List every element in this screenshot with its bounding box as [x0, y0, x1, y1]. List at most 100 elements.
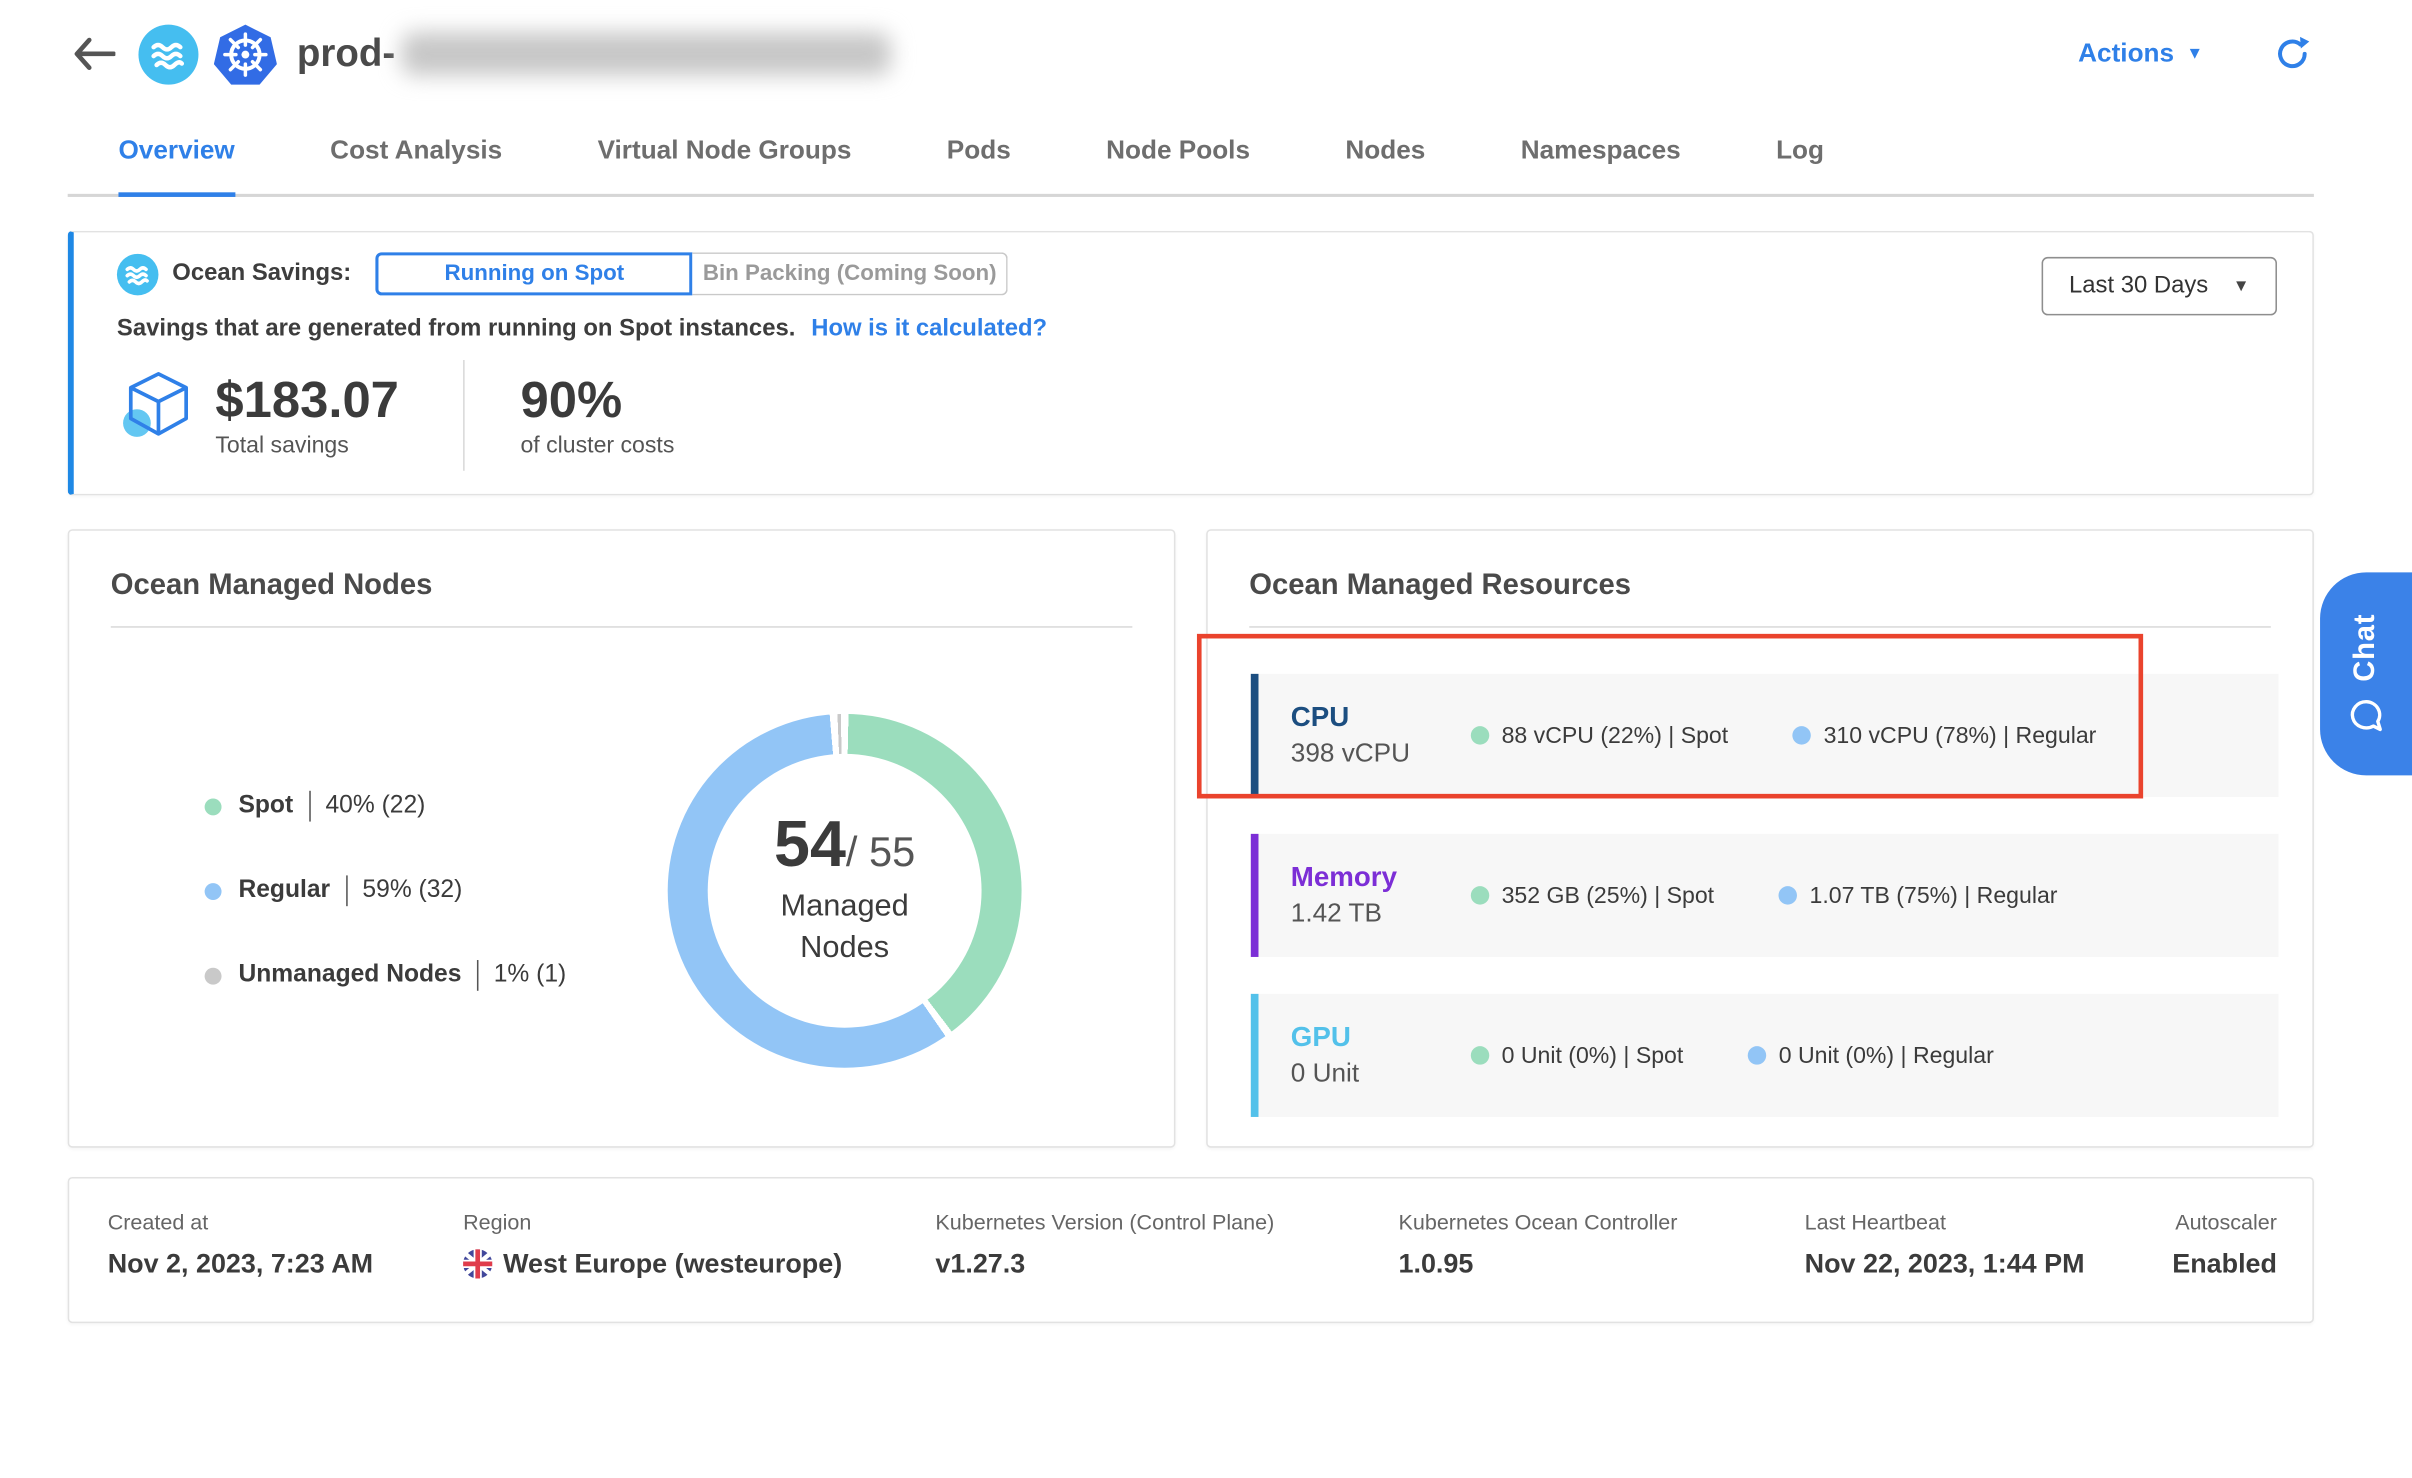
footer-value: West Europe (westeurope) — [503, 1248, 842, 1280]
unmanaged-dot-icon — [205, 967, 222, 984]
period-dropdown-value: Last 30 Days — [2069, 272, 2208, 300]
resource-regular-detail: 310 vCPU (78%) | Regular — [1793, 722, 2097, 748]
tab-log[interactable]: Log — [1776, 108, 1824, 194]
cluster-title-prefix: prod- — [297, 32, 395, 77]
footer-value: Enabled — [2172, 1248, 2277, 1280]
divider — [1249, 626, 2271, 628]
footer-label: Last Heartbeat — [1805, 1209, 2085, 1234]
uk-flag-icon — [463, 1249, 492, 1278]
divider — [111, 626, 1133, 628]
cluster-title: prod- — [297, 32, 891, 77]
resource-spot-detail: 352 GB (25%) | Spot — [1471, 882, 1714, 908]
tab-virtual-node-groups[interactable]: Virtual Node Groups — [598, 108, 852, 194]
tab-node-pools[interactable]: Node Pools — [1106, 108, 1250, 194]
savings-description: Savings that are generated from running … — [117, 315, 2276, 343]
tab-namespaces[interactable]: Namespaces — [1521, 108, 1681, 194]
regular-dot-icon — [205, 882, 222, 899]
donut-center: 54/ 55 Managed Nodes — [708, 754, 982, 1028]
page-header: prod- Actions ▼ — [0, 0, 2412, 108]
legend-label: Spot — [238, 792, 293, 820]
footer-label: Region — [463, 1209, 842, 1234]
footer-value: 1.0.95 — [1398, 1248, 1677, 1280]
ocean-managed-resources-card: Ocean Managed Resources CPU 398 vCPU 88 … — [1206, 529, 2314, 1147]
ocean-logo-icon — [138, 24, 198, 84]
legend-label: Unmanaged Nodes — [238, 962, 461, 990]
managed-count: 54 — [774, 808, 846, 880]
back-arrow-icon — [72, 37, 115, 71]
managed-nodes-donut-chart: 54/ 55 Managed Nodes — [668, 714, 1022, 1068]
ocean-mini-logo-icon — [117, 253, 159, 295]
resource-row-memory: Memory 1.42 TB 352 GB (25%) | Spot 1.07 … — [1251, 834, 2279, 957]
spot-dot-icon — [205, 798, 222, 815]
resource-name: Memory — [1291, 861, 1471, 894]
back-button[interactable] — [71, 31, 117, 77]
footer-label: Created at — [108, 1209, 373, 1234]
resource-row-cpu: CPU 398 vCPU 88 vCPU (22%) | Spot 310 vC… — [1251, 674, 2279, 797]
actions-button[interactable]: Actions ▼ — [2078, 38, 2203, 69]
resource-regular-text: 310 vCPU (78%) | Regular — [1824, 722, 2097, 748]
legend-separator — [309, 791, 311, 822]
tab-overview[interactable]: Overview — [118, 108, 234, 194]
how-calculated-link[interactable]: How is it calculated? — [811, 315, 1047, 341]
footer-value: Nov 2, 2023, 7:23 AM — [108, 1248, 373, 1280]
ocean-cluster-overview-page: prod- Actions ▼ Overview Cost Analysis V… — [0, 0, 2412, 1478]
footer-k8s-version: Kubernetes Version (Control Plane) v1.27… — [935, 1209, 1274, 1280]
savings-description-text: Savings that are generated from running … — [117, 315, 795, 341]
footer-last-heartbeat: Last Heartbeat Nov 22, 2023, 1:44 PM — [1805, 1209, 2085, 1280]
tab-nodes[interactable]: Nodes — [1345, 108, 1425, 194]
legend-item-unmanaged: Unmanaged Nodes 1% (1) — [205, 958, 567, 992]
resource-spot-text: 88 vCPU (22%) | Spot — [1502, 722, 1729, 748]
actions-button-label: Actions — [2078, 38, 2174, 69]
footer-value: Nov 22, 2023, 1:44 PM — [1805, 1248, 2085, 1280]
regular-dot-icon — [1748, 1046, 1766, 1064]
refresh-button[interactable] — [2274, 35, 2311, 72]
total-savings-label: Total savings — [215, 432, 399, 458]
ocean-managed-nodes-card: Ocean Managed Nodes Spot 40% (22) Regula… — [68, 529, 1176, 1147]
resource-spot-detail: 0 Unit (0%) | Spot — [1471, 1042, 1684, 1068]
nodes-legend: Spot 40% (22) Regular 59% (32) Unmanaged… — [205, 789, 567, 1043]
legend-value: 1% (1) — [494, 962, 567, 990]
legend-value: 59% (32) — [362, 877, 462, 905]
cluster-cost-percent-metric: 90% of cluster costs — [520, 373, 674, 458]
footer-ocean-controller: Kubernetes Ocean Controller 1.0.95 — [1398, 1209, 1677, 1280]
chevron-down-icon: ▼ — [2233, 278, 2250, 295]
savings-mode-toggle: Running on Spot Bin Packing (Coming Soon… — [376, 252, 1008, 295]
resource-regular-text: 1.07 TB (75%) | Regular — [1809, 882, 2057, 908]
resource-name: CPU — [1291, 701, 1471, 734]
resource-name: GPU — [1291, 1021, 1471, 1054]
cluster-cost-percent-value: 90% — [520, 373, 674, 429]
footer-label: Kubernetes Ocean Controller — [1398, 1209, 1677, 1234]
resource-total: 1.42 TB — [1291, 899, 1471, 930]
tab-cost-analysis[interactable]: Cost Analysis — [330, 108, 502, 194]
chat-bubble-icon — [2348, 697, 2385, 734]
regular-dot-icon — [1779, 886, 1797, 904]
legend-separator — [477, 960, 479, 991]
ocean-savings-label: Ocean Savings: — [172, 260, 351, 288]
resource-regular-text: 0 Unit (0%) | Regular — [1779, 1042, 1994, 1068]
cluster-name-redacted — [401, 32, 890, 75]
kubernetes-logo-icon — [214, 22, 277, 85]
tab-pods[interactable]: Pods — [947, 108, 1011, 194]
legend-item-regular: Regular 59% (32) — [205, 874, 567, 908]
resource-spot-text: 0 Unit (0%) | Spot — [1502, 1042, 1684, 1068]
period-dropdown[interactable]: Last 30 Days ▼ — [2042, 257, 2277, 315]
footer-label: Kubernetes Version (Control Plane) — [935, 1209, 1274, 1234]
managed-nodes-title: Ocean Managed Nodes — [69, 531, 1174, 603]
managed-resources-title: Ocean Managed Resources — [1208, 531, 2313, 603]
total-savings-value: $183.07 — [215, 373, 399, 429]
resource-total: 398 vCPU — [1291, 739, 1471, 770]
chat-button[interactable]: Chat — [2320, 572, 2412, 775]
footer-label: Autoscaler — [2172, 1209, 2277, 1234]
spot-dot-icon — [1471, 726, 1489, 744]
bin-packing-button[interactable]: Bin Packing (Coming Soon) — [693, 252, 1008, 295]
total-count: / 55 — [846, 829, 915, 875]
footer-region: Region West Europe (westeurope) — [463, 1209, 842, 1280]
chevron-down-icon: ▼ — [2186, 45, 2203, 62]
running-on-spot-button[interactable]: Running on Spot — [376, 252, 693, 295]
cluster-cost-percent-label: of cluster costs — [520, 432, 674, 458]
resource-row-gpu: GPU 0 Unit 0 Unit (0%) | Spot 0 Unit (0%… — [1251, 994, 2279, 1117]
metric-divider — [464, 360, 466, 471]
resource-spot-detail: 88 vCPU (22%) | Spot — [1471, 722, 1728, 748]
regular-dot-icon — [1793, 726, 1811, 744]
legend-label: Regular — [238, 877, 330, 905]
